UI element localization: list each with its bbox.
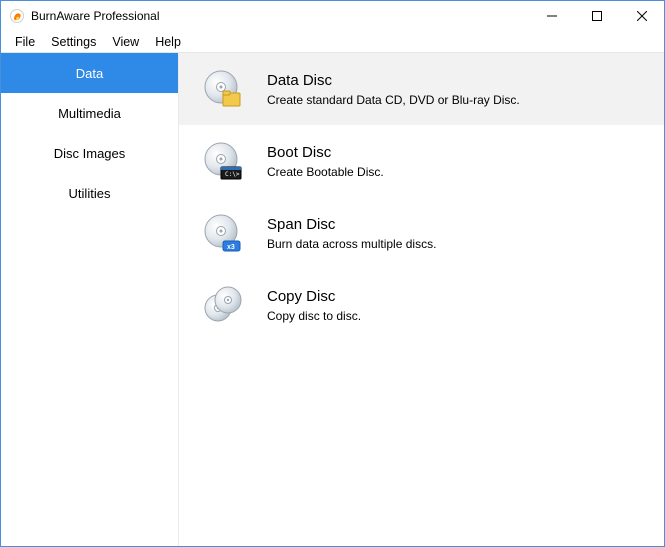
task-title: Data Disc bbox=[267, 72, 520, 89]
task-title: Boot Disc bbox=[267, 144, 384, 161]
close-button[interactable] bbox=[619, 1, 664, 31]
task-data-disc[interactable]: Data Disc Create standard Data CD, DVD o… bbox=[179, 53, 664, 125]
window-title: BurnAware Professional bbox=[31, 9, 529, 23]
maximize-button[interactable] bbox=[574, 1, 619, 31]
sidebar-item-label: Data bbox=[76, 66, 103, 81]
task-desc: Create standard Data CD, DVD or Blu-ray … bbox=[267, 93, 520, 107]
copy-disc-icon bbox=[203, 285, 243, 325]
svg-text:C:\>: C:\> bbox=[225, 171, 240, 178]
task-copy-disc[interactable]: Copy Disc Copy disc to disc. bbox=[179, 269, 664, 341]
sidebar-item-disc-images[interactable]: Disc Images bbox=[1, 133, 178, 173]
sidebar: Data Multimedia Disc Images Utilities bbox=[1, 53, 179, 546]
task-text: Data Disc Create standard Data CD, DVD o… bbox=[267, 72, 520, 107]
sidebar-item-data[interactable]: Data bbox=[1, 53, 178, 93]
body: Data Multimedia Disc Images Utilities bbox=[1, 53, 664, 546]
task-desc: Create Bootable Disc. bbox=[267, 165, 384, 179]
app-window: BurnAware Professional File Settings Vie… bbox=[0, 0, 665, 547]
menu-help[interactable]: Help bbox=[147, 33, 189, 51]
task-text: Span Disc Burn data across multiple disc… bbox=[267, 216, 436, 251]
menu-file[interactable]: File bbox=[7, 33, 43, 51]
task-span-disc[interactable]: x3 Span Disc Burn data across multiple d… bbox=[179, 197, 664, 269]
sidebar-item-label: Disc Images bbox=[54, 146, 126, 161]
app-icon bbox=[9, 8, 25, 24]
minimize-button[interactable] bbox=[529, 1, 574, 31]
svg-text:x3: x3 bbox=[227, 244, 235, 251]
sidebar-item-label: Multimedia bbox=[58, 106, 121, 121]
task-text: Boot Disc Create Bootable Disc. bbox=[267, 144, 384, 179]
task-text: Copy Disc Copy disc to disc. bbox=[267, 288, 361, 323]
titlebar: BurnAware Professional bbox=[1, 1, 664, 31]
menubar: File Settings View Help bbox=[1, 31, 664, 53]
task-desc: Burn data across multiple discs. bbox=[267, 237, 436, 251]
span-disc-icon: x3 bbox=[203, 213, 243, 253]
content-pane: Data Disc Create standard Data CD, DVD o… bbox=[179, 53, 664, 546]
task-title: Span Disc bbox=[267, 216, 436, 233]
sidebar-item-label: Utilities bbox=[69, 186, 111, 201]
task-desc: Copy disc to disc. bbox=[267, 309, 361, 323]
menu-settings[interactable]: Settings bbox=[43, 33, 104, 51]
task-boot-disc[interactable]: C:\> Boot Disc Create Bootable Disc. bbox=[179, 125, 664, 197]
boot-disc-icon: C:\> bbox=[203, 141, 243, 181]
data-disc-icon bbox=[203, 69, 243, 109]
menu-view[interactable]: View bbox=[104, 33, 147, 51]
sidebar-item-utilities[interactable]: Utilities bbox=[1, 173, 178, 213]
window-controls bbox=[529, 1, 664, 31]
task-title: Copy Disc bbox=[267, 288, 361, 305]
sidebar-item-multimedia[interactable]: Multimedia bbox=[1, 93, 178, 133]
